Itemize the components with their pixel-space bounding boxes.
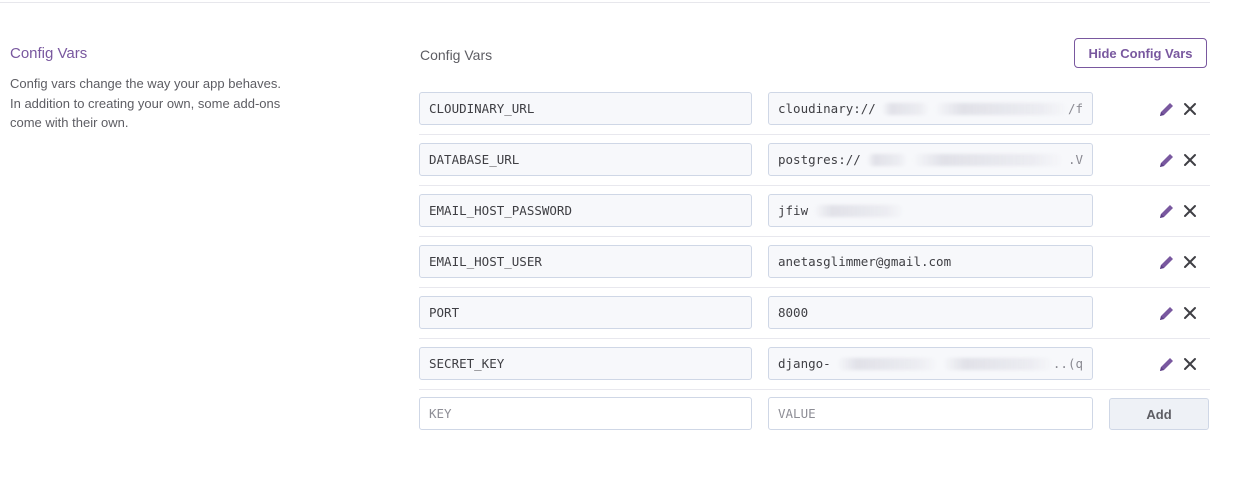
config-vars-label: Config Vars <box>420 47 493 63</box>
config-var-value-field[interactable]: cloudinary:// /f <box>768 92 1093 125</box>
close-icon[interactable] <box>1182 356 1198 372</box>
config-var-value-tail: ..(q <box>1052 356 1083 371</box>
hide-config-vars-button[interactable]: Hide Config Vars <box>1074 38 1207 68</box>
add-config-var-button[interactable]: Add <box>1109 398 1209 430</box>
redacted-value-blur <box>942 357 1053 370</box>
config-var-key-field[interactable]: SECRET_KEY <box>419 347 752 380</box>
pencil-icon[interactable] <box>1158 100 1176 118</box>
config-var-value-field[interactable]: 8000 <box>768 296 1093 329</box>
close-icon[interactable] <box>1182 101 1198 117</box>
config-var-row: CLOUDINARY_URL cloudinary:// /f <box>419 84 1210 135</box>
new-config-var-row: Add <box>419 397 1210 432</box>
config-var-key-field[interactable]: PORT <box>419 296 752 329</box>
config-var-key: CLOUDINARY_URL <box>429 101 535 116</box>
config-var-key: EMAIL_HOST_USER <box>429 254 542 269</box>
redacted-value-blur <box>814 204 905 217</box>
config-var-value-field[interactable]: postgres:// .V <box>768 143 1093 176</box>
config-var-value: postgres:// <box>778 152 861 167</box>
config-var-key: EMAIL_HOST_PASSWORD <box>429 203 572 218</box>
config-var-value-tail: /f <box>1067 101 1083 116</box>
pencil-icon[interactable] <box>1158 151 1176 169</box>
redacted-value-blur <box>935 102 1068 115</box>
config-var-key-field[interactable]: DATABASE_URL <box>419 143 752 176</box>
redacted-value-blur <box>836 357 937 370</box>
config-var-row: EMAIL_HOST_PASSWORD jfiw <box>419 186 1210 237</box>
config-var-key: DATABASE_URL <box>429 152 520 167</box>
section-description: Config vars change the way your app beha… <box>10 76 282 130</box>
config-var-key-field[interactable]: CLOUDINARY_URL <box>419 92 752 125</box>
close-icon[interactable] <box>1182 152 1198 168</box>
close-icon[interactable] <box>1182 305 1198 321</box>
config-var-value: 8000 <box>778 305 809 320</box>
top-divider <box>0 2 1210 3</box>
pencil-icon[interactable] <box>1158 202 1176 220</box>
config-var-value-field[interactable]: django- ..(q <box>768 347 1093 380</box>
new-value-input[interactable] <box>768 397 1093 430</box>
redacted-value-blur <box>912 153 1063 166</box>
config-var-row: SECRET_KEY django- ..(q <box>419 339 1210 390</box>
config-var-row: EMAIL_HOST_USER anetasglimmer@gmail.com <box>419 237 1210 288</box>
new-key-input[interactable] <box>419 397 752 430</box>
close-icon[interactable] <box>1182 203 1198 219</box>
config-var-key: SECRET_KEY <box>429 356 505 371</box>
pencil-icon[interactable] <box>1158 304 1176 322</box>
config-var-key-field[interactable]: EMAIL_HOST_USER <box>419 245 752 278</box>
section-title: Config Vars <box>10 45 88 62</box>
config-var-value: anetasglimmer@gmail.com <box>778 254 952 269</box>
redacted-value-blur <box>881 102 930 115</box>
config-var-key: PORT <box>429 305 460 320</box>
config-var-row: PORT 8000 <box>419 288 1210 339</box>
config-var-value-field[interactable]: anetasglimmer@gmail.com <box>768 245 1093 278</box>
config-var-row: DATABASE_URL postgres:// .V <box>419 135 1210 186</box>
config-var-value-tail: .V <box>1067 152 1083 167</box>
config-var-value-field[interactable]: jfiw <box>768 194 1093 227</box>
pencil-icon[interactable] <box>1158 253 1176 271</box>
redacted-value-blur <box>866 153 907 166</box>
close-icon[interactable] <box>1182 254 1198 270</box>
pencil-icon[interactable] <box>1158 355 1176 373</box>
config-var-value: cloudinary:// <box>778 101 876 116</box>
config-var-value: jfiw <box>778 203 809 218</box>
config-var-value: django- <box>778 356 831 371</box>
config-var-key-field[interactable]: EMAIL_HOST_PASSWORD <box>419 194 752 227</box>
